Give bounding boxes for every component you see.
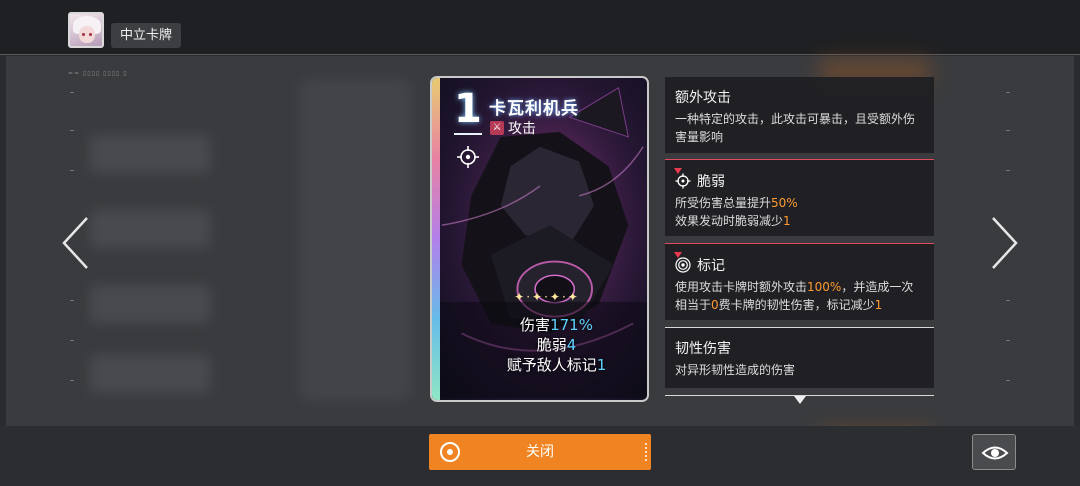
toggle-view-button[interactable] [972, 434, 1016, 470]
avatar-eye [82, 33, 85, 36]
sparkle-decoration: ✦·✦·✦·✦ [514, 290, 580, 304]
info-panel-mark: 标记 使用攻击卡牌时额外攻击100%，并造成一次相当于0费卡牌的韧性伤害，标记减… [665, 244, 934, 320]
background-block [90, 135, 210, 173]
panel-description: 一种特定的攻击，此攻击可暴击，且受额外伤害量影响 [675, 112, 916, 144]
background-block [300, 80, 410, 400]
tick [70, 380, 74, 381]
crosshair-icon [457, 146, 479, 168]
close-button-label: 关闭 [526, 444, 554, 460]
avatar[interactable] [68, 12, 104, 48]
avatar-eye [89, 33, 92, 36]
next-card-button[interactable] [990, 215, 1020, 271]
tick [70, 130, 74, 131]
panel-title: 脆弱 [697, 174, 725, 190]
panel-description: 所受伤害总量提升50% 效果发动时脆弱减少1 [675, 196, 798, 228]
info-panel-extra-attack: 额外攻击 一种特定的攻击，此攻击可暴击，且受额外伤害量影响 [665, 77, 934, 153]
close-button[interactable]: 关闭 [429, 434, 651, 470]
panel-title: 标记 [697, 258, 725, 274]
card[interactable]: 1 卡瓦利机兵 ⚔ 攻击 ✦·✦·✦·✦ 伤害171% 脆弱4 赋予敌人标记1 [430, 76, 649, 402]
card-type-label: 攻击 [508, 121, 536, 137]
eye-icon [981, 446, 1009, 460]
tick [70, 170, 74, 171]
card-cost-underline [454, 133, 482, 135]
tick [1006, 380, 1010, 381]
panel-description: 对异形韧性造成的伤害 [675, 363, 796, 377]
stat-weak: 脆弱4 [536, 336, 577, 354]
dotted-edge [645, 443, 647, 461]
tick [70, 92, 74, 93]
stat-mark: 赋予敌人标记1 [506, 356, 607, 374]
background-block [90, 355, 210, 393]
prev-card-button[interactable] [60, 215, 90, 271]
background-block [90, 210, 210, 248]
panel-title-row: 标记 [675, 255, 725, 275]
background-block [90, 285, 210, 323]
tick [1006, 170, 1010, 171]
chevron-left-icon [62, 217, 88, 269]
crossed-swords-icon: ⚔ [490, 121, 504, 135]
tick [1006, 340, 1010, 341]
panel-title: 韧性伤害 [675, 341, 731, 357]
card-category-label: 中立卡牌 [111, 23, 182, 48]
panel-title: 额外攻击 [675, 90, 731, 106]
card-type: ⚔ 攻击 [490, 118, 536, 138]
tick [70, 300, 74, 301]
tick [1006, 300, 1010, 301]
panel-description: 使用攻击卡牌时额外攻击100%，并造成一次相当于0费卡牌的韧性伤害，标记减少1 [675, 280, 914, 312]
card-cost: 1 [454, 86, 482, 132]
tick [1006, 130, 1010, 131]
stat-damage: 伤害171% [520, 316, 593, 334]
scroll-down-indicator[interactable] [794, 396, 806, 404]
card-stats: 伤害171% 脆弱4 赋予敌人标记1 [462, 315, 647, 375]
tiny-caption: == ▯▯▯▯ ▯▯▯▯ ▯ [68, 70, 128, 77]
info-panel-fragile: 脆弱 所受伤害总量提升50% 效果发动时脆弱减少1 [665, 160, 934, 236]
card-name: 卡瓦利机兵 [489, 99, 579, 119]
crosshair-icon [675, 173, 691, 189]
chevron-right-icon [992, 217, 1018, 269]
info-panel-toughness: 韧性伤害 对异形韧性造成的伤害 [665, 328, 934, 388]
target-icon [675, 257, 691, 273]
tick [1006, 92, 1010, 93]
card-rarity-bar [432, 78, 440, 400]
panel-title-row: 脆弱 [675, 171, 725, 191]
tick [70, 340, 74, 341]
